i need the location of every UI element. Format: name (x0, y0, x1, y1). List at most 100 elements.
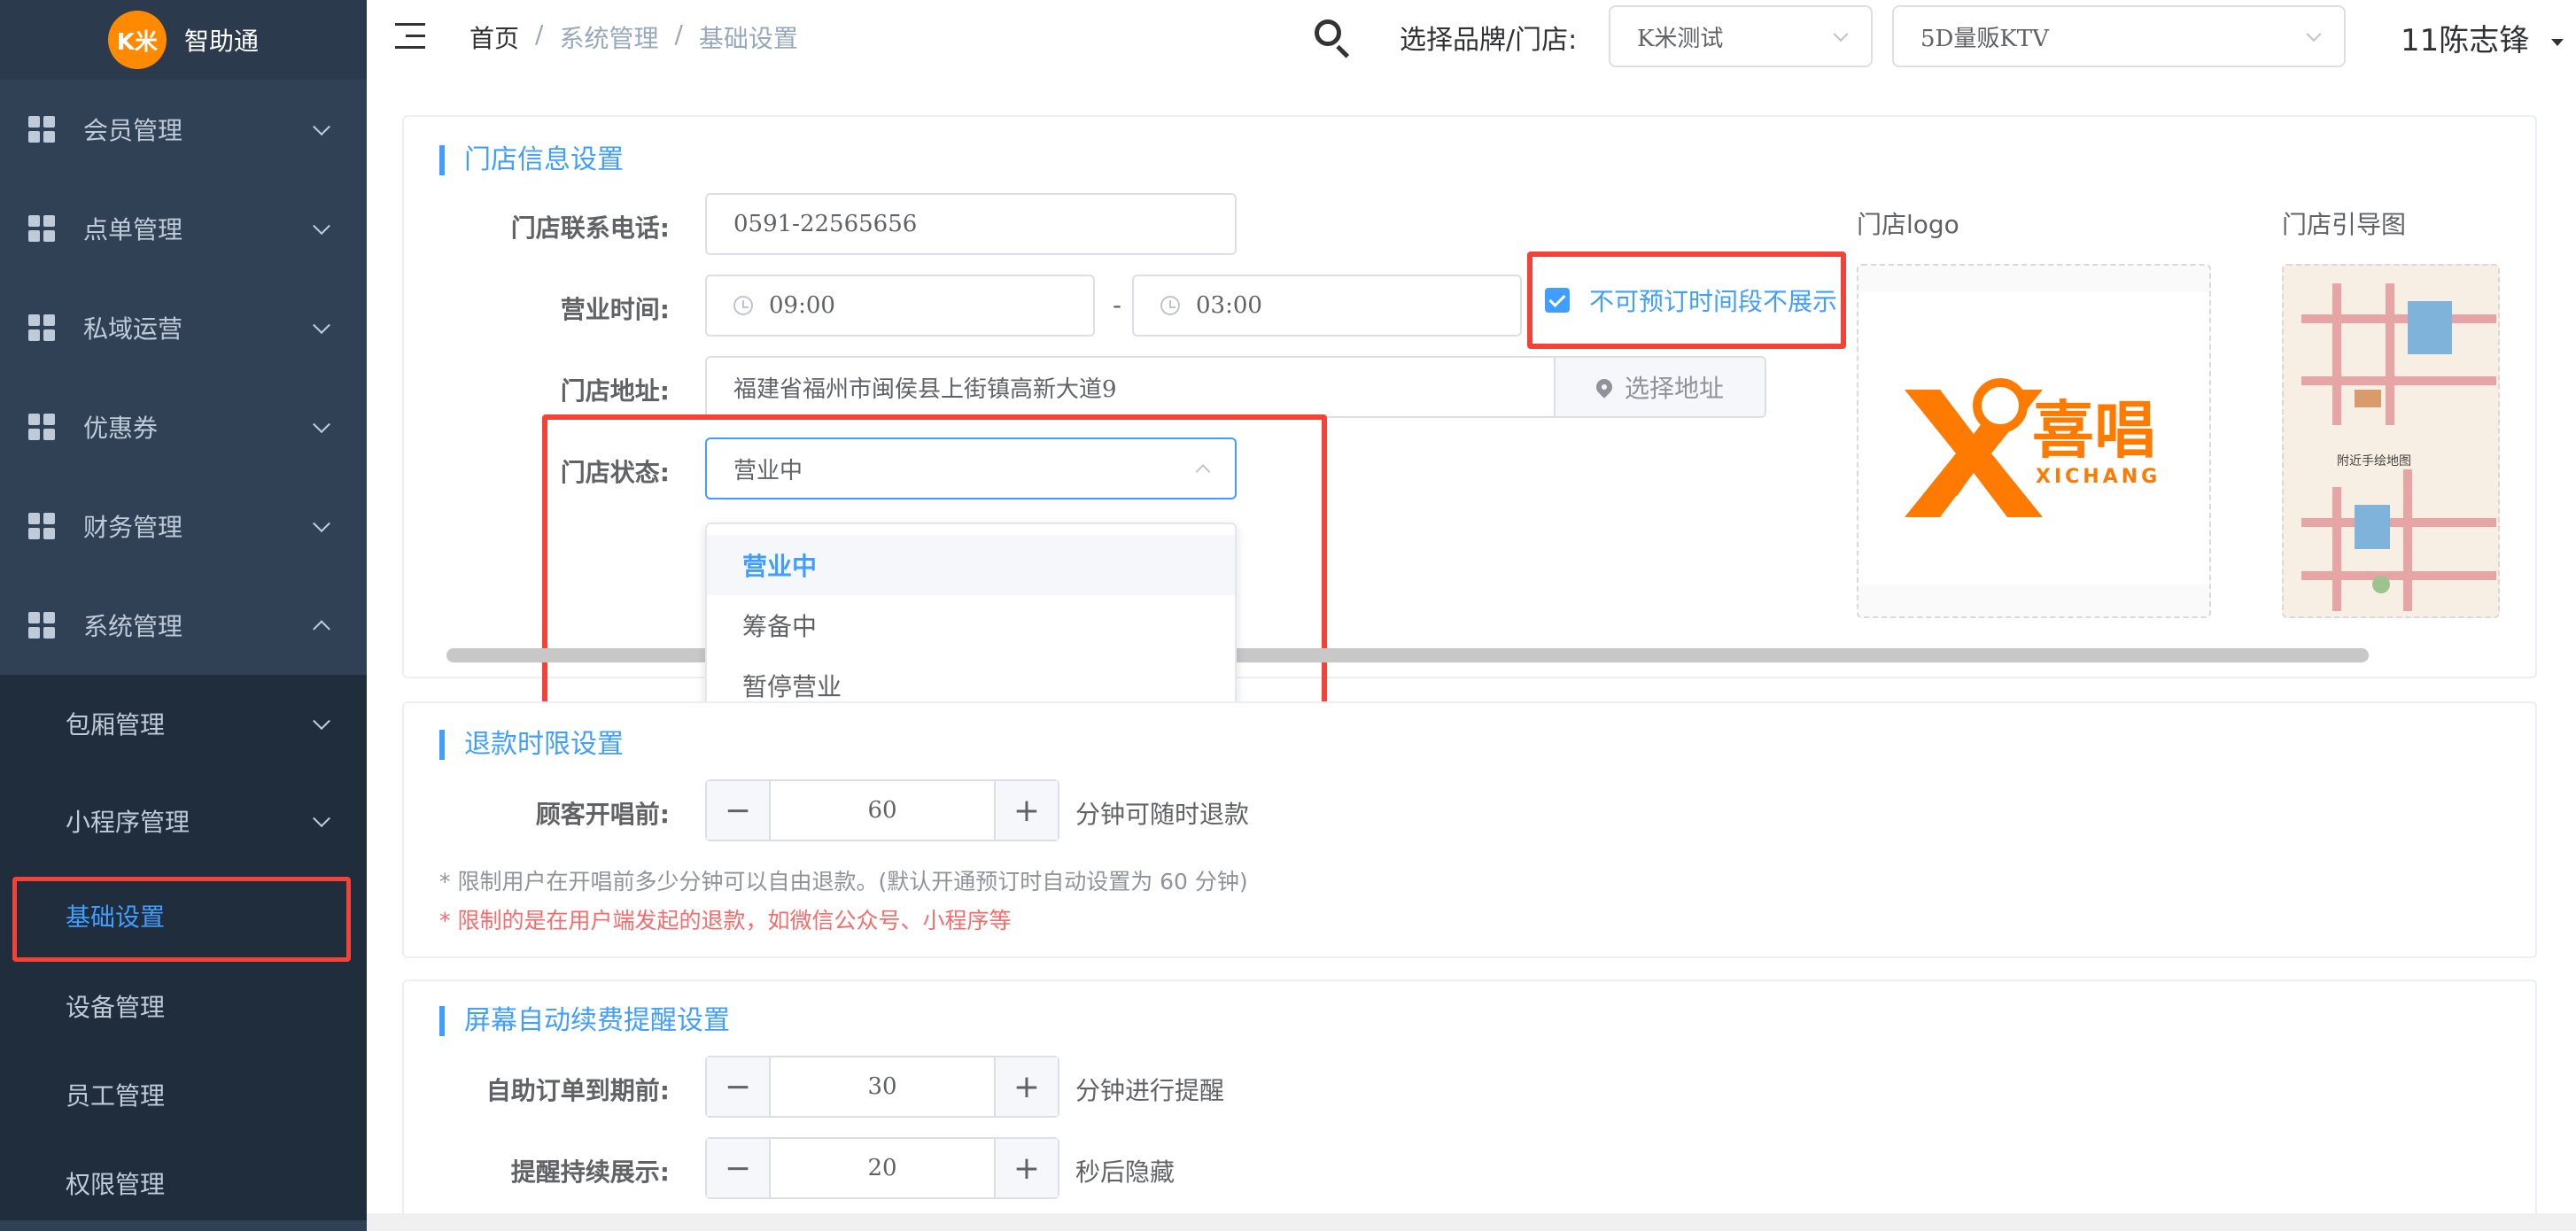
main-content: 门店信息设置 门店联系电话: 0591-22565656 营业时间: 09:00… (367, 80, 2576, 1231)
sidebar-item-member[interactable]: 会员管理 (0, 80, 367, 179)
logo-brand-cn: 喜唱 (2032, 394, 2156, 467)
phone-input[interactable]: 0591-22565656 (705, 193, 1237, 255)
brand-store-label: 选择品牌/门店: (1400, 25, 1578, 56)
chevron-down-icon (313, 118, 330, 136)
app-logo: K米 (107, 11, 167, 69)
increment-button[interactable]: + (994, 1139, 1058, 1197)
sidebar-item-label: 包厢管理 (66, 710, 166, 739)
clock-icon (733, 296, 753, 315)
store-select[interactable]: 5D量贩KTV (1892, 5, 2346, 67)
sidebar-item-label: 会员管理 (83, 116, 183, 145)
refund-before-label: 顾客开唱前: (535, 800, 670, 829)
logo-bar: K米 智助通 (0, 0, 367, 80)
sidebar-item-label: 私域运营 (83, 314, 183, 344)
sidebar-subitem-rooms[interactable]: 包厢管理 (0, 675, 367, 772)
status-option-open[interactable]: 营业中 (707, 535, 1235, 595)
sidebar-item-order[interactable]: 点单管理 (0, 179, 367, 278)
menu-toggle-icon[interactable] (395, 23, 425, 50)
store-info-card: 门店信息设置 门店联系电话: 0591-22565656 营业时间: 09:00… (402, 115, 2537, 735)
close-time-input[interactable]: 03:00 (1132, 275, 1522, 337)
section-title: 退款时限设置 (439, 730, 624, 760)
refund-minutes-stepper[interactable]: − 60 + (705, 779, 1059, 841)
sidebar-subitem-basic-settings[interactable]: 基础设置 (0, 870, 367, 962)
caret-down-icon[interactable] (2551, 39, 2564, 46)
expire-suffix: 分钟进行提醒 (1075, 1076, 1225, 1105)
user-name[interactable]: 11陈志锋 (2401, 16, 2529, 59)
grid-icon (28, 215, 55, 242)
sidebar-subitem-miniprogram[interactable]: 小程序管理 (0, 772, 367, 870)
hide-unbookable-label[interactable]: 不可预订时间段不展示 (1589, 283, 1837, 318)
breadcrumb-current: 基础设置 (698, 24, 798, 53)
search-icon[interactable] (1315, 19, 1352, 58)
page-bottom-scrollbar (367, 1213, 2576, 1231)
brand-select[interactable]: K米测试 (1609, 5, 1873, 67)
decrement-button[interactable]: − (707, 1139, 771, 1197)
guide-upload[interactable]: 附近手绘地图 (2282, 264, 2500, 618)
refund-minutes-value[interactable]: 60 (771, 781, 994, 840)
hours-separator: - (1113, 290, 1122, 320)
hide-unbookable-checkbox[interactable] (1545, 288, 1570, 313)
display-label: 提醒持续展示: (510, 1157, 670, 1187)
app-name: 智助通 (183, 27, 259, 56)
expire-minutes-stepper[interactable]: − 30 + (705, 1056, 1059, 1118)
chevron-down-icon (1833, 27, 1849, 43)
grid-icon (28, 612, 55, 639)
chevron-down-icon (313, 809, 330, 828)
breadcrumb-home[interactable]: 首页 (469, 19, 519, 55)
phone-value: 0591-22565656 (733, 211, 918, 237)
store-select-value: 5D量贩KTV (1920, 25, 2049, 52)
expire-minutes-value[interactable]: 30 (771, 1057, 994, 1116)
logo-upload[interactable]: 喜唱 XICHANG (1857, 264, 2211, 618)
clock-icon (1160, 296, 1180, 315)
sidebar-subitem-staff[interactable]: 员工管理 (0, 1050, 367, 1139)
refund-suffix: 分钟可随时退款 (1075, 800, 1250, 829)
display-suffix: 秒后隐藏 (1075, 1157, 1175, 1187)
address-input[interactable]: 福建省福州市闽侯县上街镇高新大道9 (705, 356, 1556, 418)
hide-unbookable-highlight: 不可预订时间段不展示 (1527, 252, 1846, 349)
guide-map-caption: 附近手绘地图 (2337, 454, 2411, 468)
chevron-down-icon (313, 712, 330, 731)
sidebar-subitem-permissions[interactable]: 权限管理 (0, 1139, 367, 1227)
chevron-down-icon (313, 316, 330, 335)
sidebar-item-label: 财务管理 (83, 513, 183, 542)
increment-button[interactable]: + (994, 1057, 1058, 1116)
sidebar-item-label: 优惠券 (83, 414, 159, 443)
sidebar-item-coupon[interactable]: 优惠券 (0, 377, 367, 476)
sidebar-item-label: 权限管理 (66, 1170, 166, 1199)
breadcrumb-system: 系统管理 (559, 24, 659, 53)
expire-label: 自助订单到期前: (485, 1076, 670, 1105)
grid-icon (28, 414, 55, 440)
decrement-button[interactable]: − (707, 781, 771, 840)
chevron-down-icon (2306, 27, 2322, 43)
refund-warning-note: * 限制的是在用户端发起的退款，如微信公众号、小程序等 (439, 908, 1012, 933)
select-address-label: 选择地址 (1624, 374, 1724, 403)
screen-reminder-card: 屏幕自动续费提醒设置 自助订单到期前: − 30 + 分钟进行提醒 提醒持续展示… (402, 979, 2537, 1231)
system-submenu: 包厢管理 小程序管理 基础设置 设备管理 员工管理 权限管理 (0, 675, 367, 1220)
sidebar-subitem-devices[interactable]: 设备管理 (0, 962, 367, 1050)
section-title: 门店信息设置 (439, 145, 624, 175)
sidebar: K米 智助通 会员管理 点单管理 私域运营 优惠券 财务管理 系统管理 包厢管理 (0, 0, 367, 1231)
chevron-up-icon (1195, 464, 1211, 480)
address-label: 门店地址: (560, 376, 670, 406)
brand-select-value: K米测试 (1637, 25, 1724, 52)
sidebar-item-private-ops[interactable]: 私域运营 (0, 278, 367, 377)
select-address-button[interactable]: 选择地址 (1554, 356, 1766, 418)
status-option-preparing[interactable]: 筹备中 (707, 595, 1235, 655)
display-seconds-value[interactable]: 20 (771, 1139, 994, 1197)
sidebar-item-system[interactable]: 系统管理 (0, 576, 367, 675)
sidebar-item-label: 系统管理 (83, 612, 183, 641)
logo-image: 喜唱 XICHANG (1858, 292, 2209, 585)
sidebar-item-label: 点单管理 (83, 215, 183, 244)
open-time-value: 09:00 (769, 292, 835, 319)
decrement-button[interactable]: − (707, 1057, 771, 1116)
display-seconds-stepper[interactable]: − 20 + (705, 1137, 1059, 1199)
status-select[interactable]: 营业中 (705, 437, 1237, 499)
increment-button[interactable]: + (994, 781, 1058, 840)
breadcrumb-separator: / (535, 19, 544, 49)
sidebar-item-finance[interactable]: 财务管理 (0, 476, 367, 576)
logo-label: 门店logo (1857, 210, 1959, 239)
open-time-input[interactable]: 09:00 (705, 275, 1095, 337)
logo-brand-en: XICHANG (2036, 466, 2161, 488)
close-time-value: 03:00 (1196, 292, 1262, 319)
grid-icon (28, 116, 55, 143)
